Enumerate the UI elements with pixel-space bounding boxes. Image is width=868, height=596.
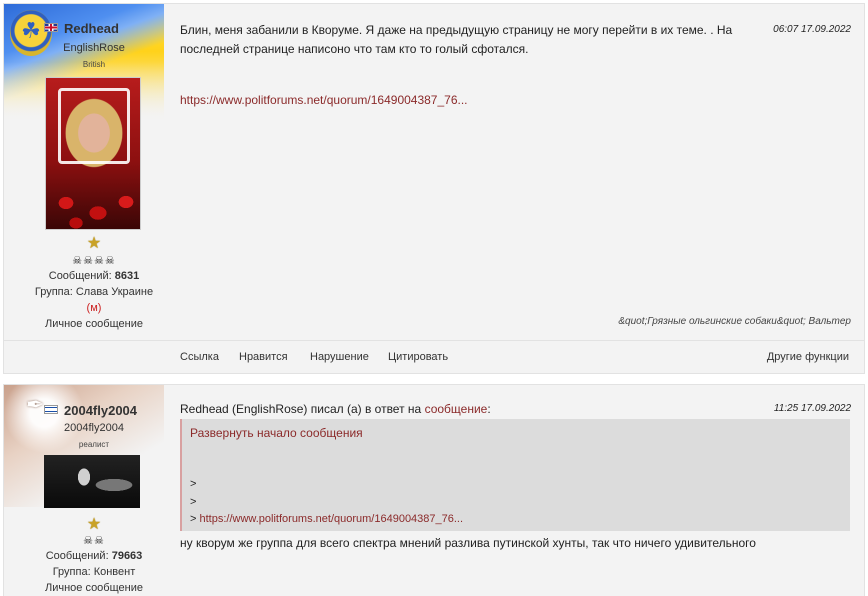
author-nick[interactable]: 2004fly2004: [64, 403, 137, 418]
star-icon: ★: [86, 233, 102, 252]
author-subnick: 2004fly2004: [64, 422, 124, 434]
star-icon: ★: [86, 514, 102, 533]
uk-flag-icon: [44, 23, 58, 32]
post-link[interactable]: https://www.politforums.net/quorum/16490…: [180, 93, 468, 107]
messages-count-row: Сообщений: 79663: [45, 550, 143, 562]
reply-header: Redhead (EnglishRose) писал (а) в ответ …: [180, 402, 491, 416]
group-name: Слава Украине: [75, 286, 154, 298]
quote-link[interactable]: https://www.politforums.net/quorum/16490…: [200, 513, 464, 525]
private-message-link[interactable]: Личное сообщение: [4, 316, 184, 332]
link-button[interactable]: Ссылка: [180, 351, 219, 363]
private-message-link[interactable]: Личное сообщение: [4, 580, 184, 596]
expand-quote-link[interactable]: Развернуть начало сообщения: [190, 426, 363, 440]
author-nick-row: Redhead: [44, 21, 164, 39]
author-meta: Сообщений: 8631 Группа: Слава Украине (м…: [4, 268, 184, 332]
avatar[interactable]: [44, 455, 140, 508]
author-rank: British: [82, 60, 106, 69]
author-nick-row: 2004fly2004: [44, 403, 164, 421]
post-text: ну кворум же группа для всего спектра мн…: [180, 536, 756, 550]
messages-count: 8631: [114, 270, 140, 282]
quote-button[interactable]: Цитировать: [388, 351, 448, 363]
post-timestamp: 06:07 17.09.2022: [773, 24, 851, 35]
author-subnick: EnglishRose: [63, 42, 125, 54]
messages-count: 79663: [111, 550, 143, 562]
avatar[interactable]: [45, 77, 141, 230]
skull-icons: ☠☠: [83, 534, 105, 547]
skull-icons: ☠☠☠☠: [72, 254, 116, 267]
author-meta: Сообщений: 79663 Группа: Конвент Личное …: [4, 548, 184, 596]
messages-count-row: Сообщений: 8631: [48, 270, 140, 282]
signature: &quot;Грязные ольгинские собаки&quot; Ва…: [618, 316, 851, 327]
post-text: Блин, меня забанили в Кворуме. Я даже на…: [180, 23, 733, 56]
post: Redhead EnglishRose British ★ ☠☠☠☠ Сообщ…: [3, 3, 865, 374]
report-button[interactable]: Нарушение: [310, 351, 369, 363]
author-rank: реалист: [78, 440, 110, 449]
quote-line: >: [190, 496, 197, 508]
group-row: Группа: Конвент: [52, 566, 136, 578]
quote-line: > https://www.politforums.net/quorum/164…: [190, 513, 464, 525]
moderator-mark: (м): [86, 302, 102, 314]
israel-flag-icon: [44, 405, 58, 414]
author-nick[interactable]: Redhead: [64, 21, 119, 36]
quote-block: Развернуть начало сообщения > > > https:…: [180, 419, 850, 531]
post-timestamp: 11:25 17.09.2022: [773, 403, 851, 414]
group-row: Группа: Слава Украине: [34, 286, 154, 298]
quote-line: >: [190, 478, 197, 490]
like-button[interactable]: Нравится: [239, 351, 288, 363]
group-name: Конвент: [93, 566, 136, 578]
post-actions: Ссылка Нравится Нарушение Цитировать Дру…: [4, 340, 864, 375]
other-functions-button[interactable]: Другие функции: [767, 351, 849, 363]
post: ✒ 2004fly2004 2004fly2004 реалист ★ ☠☠ С…: [3, 384, 865, 596]
reply-source-link[interactable]: сообщение: [425, 402, 488, 416]
